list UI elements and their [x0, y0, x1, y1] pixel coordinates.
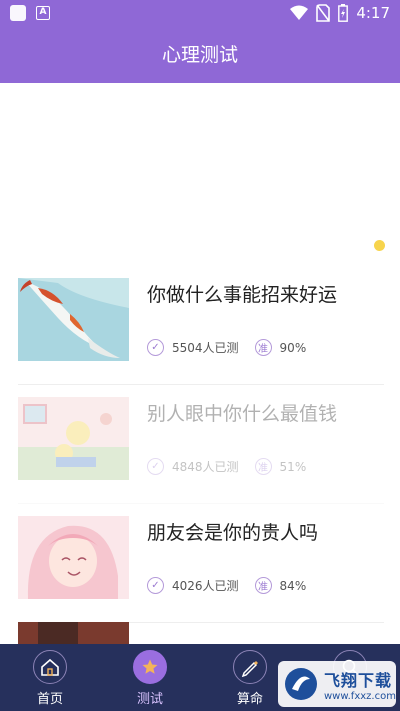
check-circle-icon: ✓	[147, 458, 164, 475]
status-bar: A 4:17	[0, 0, 400, 28]
list-item[interactable]: 朋友会是你的贵人吗 ✓ 4026人已测 准 84%	[18, 504, 384, 623]
test-list: 你做什么事能招来好运 ✓ 5504人已测 准 90% 别人眼中你什么最值钱 ✓ …	[18, 266, 384, 623]
test-count: 4848人已测	[172, 460, 239, 474]
test-title: 别人眼中你什么最值钱	[147, 403, 338, 425]
test-thumbnail	[18, 278, 129, 361]
notification-a-icon: A	[36, 6, 50, 20]
accuracy-icon: 准	[254, 577, 272, 594]
home-icon	[33, 650, 67, 684]
test-count: 4026人已测	[172, 579, 239, 593]
watermark-emblem-icon	[285, 668, 317, 700]
test-meta: ✓ 4026人已测 准 84%	[147, 577, 306, 594]
star-icon	[133, 650, 167, 684]
check-circle-icon: ✓	[147, 339, 164, 356]
pen-icon	[233, 650, 267, 684]
test-thumbnail	[18, 397, 129, 480]
test-rate: 51%	[279, 459, 307, 474]
banner-area[interactable]	[0, 83, 400, 263]
test-title: 你做什么事能招来好运	[147, 284, 338, 306]
test-thumbnail	[18, 516, 129, 599]
status-time: 4:17	[356, 4, 390, 22]
watermark-logo: 飞翔下载 www.fxxz.com	[278, 661, 396, 707]
test-rate: 90%	[279, 340, 307, 355]
no-sim-icon	[316, 4, 331, 22]
tab-label: 测试	[136, 692, 163, 707]
tab-test[interactable]: 测试	[100, 644, 200, 711]
accuracy-icon: 准	[254, 339, 272, 356]
test-count: 5504人已测	[172, 341, 239, 355]
check-circle-icon: ✓	[147, 577, 164, 594]
tab-home[interactable]: 首页	[0, 644, 100, 711]
test-meta: ✓ 4848人已测 准 51%	[147, 458, 306, 475]
watermark-text: 飞翔下载	[324, 670, 393, 690]
test-meta: ✓ 5504人已测 准 90%	[147, 339, 306, 356]
test-rate: 84%	[279, 578, 307, 593]
banner-indicator-dot	[374, 240, 385, 251]
battery-icon	[338, 4, 349, 22]
watermark-url: www.fxxz.com	[324, 690, 396, 702]
accuracy-icon: 准	[254, 458, 272, 475]
page-title: 心理测试	[0, 28, 400, 83]
list-item[interactable]: 你做什么事能招来好运 ✓ 5504人已测 准 90%	[18, 266, 384, 385]
test-title: 朋友会是你的贵人吗	[147, 522, 319, 544]
notification-square-icon	[10, 5, 26, 21]
wifi-icon	[290, 5, 309, 20]
tab-label: 首页	[36, 692, 63, 707]
list-item[interactable]: 别人眼中你什么最值钱 ✓ 4848人已测 准 51%	[18, 385, 384, 504]
